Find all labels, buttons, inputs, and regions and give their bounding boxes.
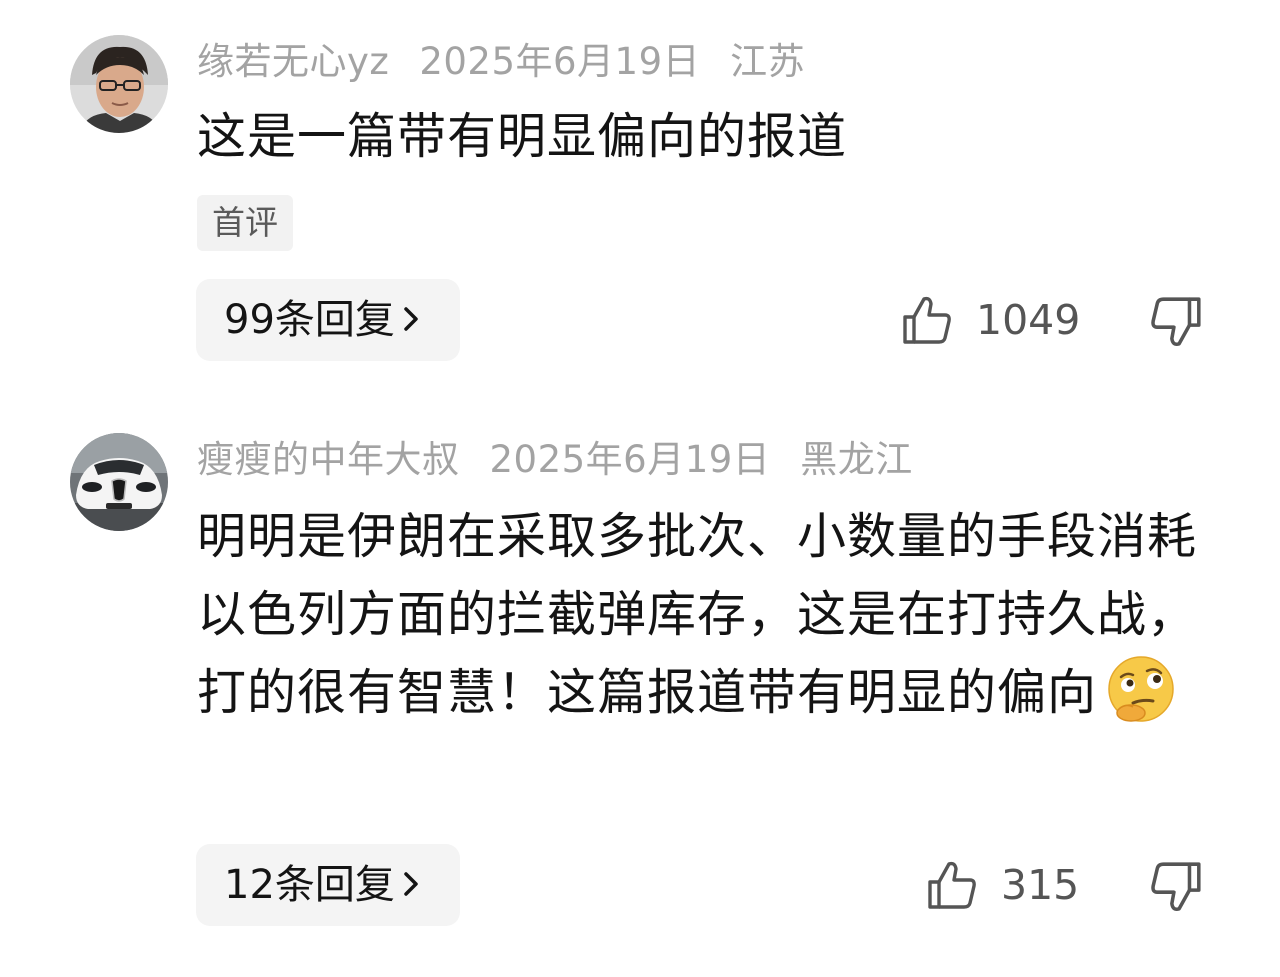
thumbs-down-icon xyxy=(1151,862,1201,911)
chevron-right-icon xyxy=(404,307,418,331)
comment-meta: 缘若无心yz 2025年6月19日 江苏 xyxy=(197,37,835,87)
thumbs-down-icon xyxy=(1151,297,1201,346)
like-count: 315 xyxy=(1001,861,1080,909)
like-button[interactable]: 1049 xyxy=(900,290,1080,350)
user-avatar[interactable] xyxy=(70,433,168,531)
like-count: 1049 xyxy=(976,296,1081,344)
dislike-button[interactable] xyxy=(1148,859,1204,915)
first-comment-badge: 首评 xyxy=(197,195,293,251)
replies-count-label: 12条回复 xyxy=(224,862,395,908)
view-replies-button[interactable]: 99条回复 xyxy=(196,279,460,361)
white-sports-car-avatar-icon xyxy=(70,433,168,531)
chevron-right-icon xyxy=(404,872,418,896)
username[interactable]: 瘦瘦的中年大叔 xyxy=(197,438,460,481)
dislike-button[interactable] xyxy=(1148,294,1204,350)
like-button[interactable]: 315 xyxy=(925,855,1079,915)
thumbs-up-icon xyxy=(903,296,951,344)
user-avatar[interactable] xyxy=(70,35,168,133)
replies-count-label: 99条回复 xyxy=(224,297,395,343)
comment-item: 缘若无心yz 2025年6月19日 江苏 这是一篇带有明显偏向的报道 首评 99条回… xyxy=(0,0,1280,400)
thinking-face-emoji-icon xyxy=(1108,656,1174,722)
person-avatar-icon xyxy=(70,35,168,133)
comment-date: 2025年6月19日 xyxy=(489,438,771,481)
comment-meta: 瘦瘦的中年大叔 2025年6月19日 黑龙江 xyxy=(197,435,943,485)
comment-date: 2025年6月19日 xyxy=(419,40,701,83)
thumbs-up-icon xyxy=(928,861,976,909)
comment-text: 这是一篇带有明显偏向的报道 xyxy=(197,108,848,165)
comment-location: 黑龙江 xyxy=(800,438,913,481)
comment-text: 明明是伊朗在采取多批次、小数量的手段消耗以色列方面的拦截弹库存，这是在打持久战，… xyxy=(197,508,1198,721)
username[interactable]: 缘若无心yz xyxy=(197,40,389,83)
comment-location: 江苏 xyxy=(730,40,806,83)
comment-text-block: 明明是伊朗在采取多批次、小数量的手段消耗以色列方面的拦截弹库存，这是在打持久战，… xyxy=(197,498,1227,732)
view-replies-button[interactable]: 12条回复 xyxy=(196,844,460,926)
